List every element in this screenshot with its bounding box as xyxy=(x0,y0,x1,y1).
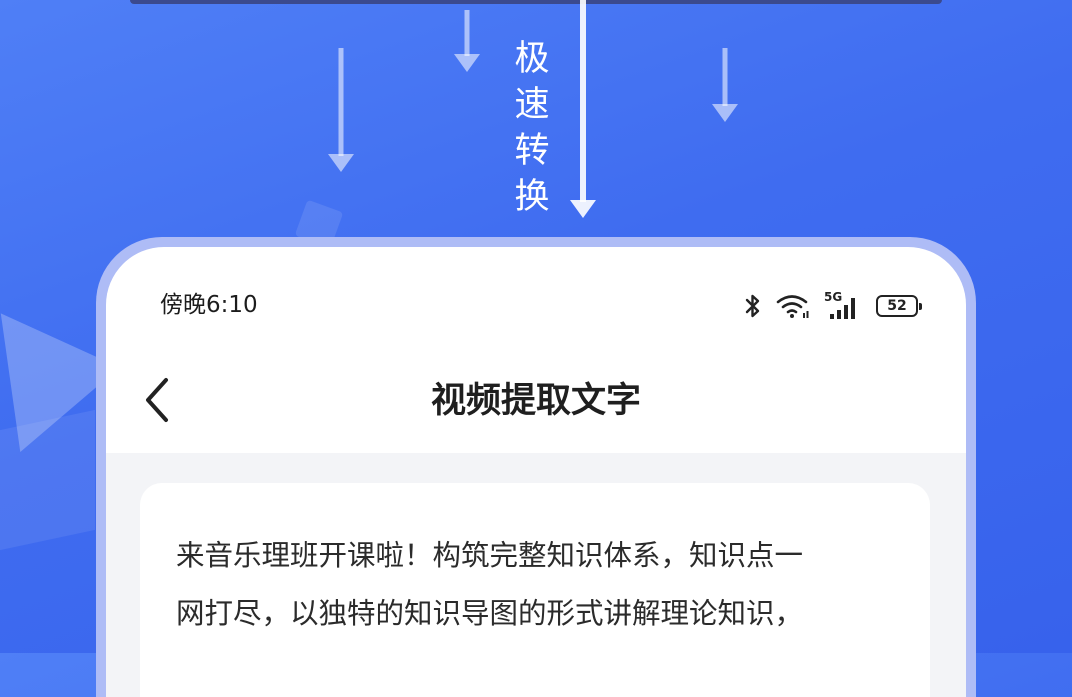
extracted-text-card: 来音乐理班开课啦！构筑完整知识体系，知识点一 网打尽，以独特的知识导图的形式讲解… xyxy=(140,483,930,697)
bluetooth-icon xyxy=(745,294,760,318)
tagline-char: 转 xyxy=(514,131,550,171)
status-time: 傍晚6:10 xyxy=(160,292,258,318)
signal-icon: 5G xyxy=(824,290,862,320)
text-line: 网打尽，以独特的知识导图的形式讲解理论知识， xyxy=(176,597,804,630)
battery-level: 52 xyxy=(887,298,907,314)
status-icons: 5G 52 xyxy=(744,290,922,321)
nav-bar: 视频提取文字 xyxy=(106,359,966,443)
text-line: 来音乐理班开课啦！构筑完整知识体系，知识点一 xyxy=(176,539,804,572)
extracted-text: 来音乐理班开课啦！构筑完整知识体系，知识点一 网打尽，以独特的知识导图的形式讲解… xyxy=(176,527,906,643)
tagline-char: 极 xyxy=(514,39,550,79)
wifi-icon xyxy=(776,295,809,318)
tagline-vertical: 极 速 转 换 xyxy=(510,36,554,220)
arrow-down-icon xyxy=(710,48,740,126)
arrow-down-icon xyxy=(326,48,356,174)
battery-icon: 52 xyxy=(876,295,922,317)
tagline-char: 速 xyxy=(514,85,550,125)
arrow-down-icon xyxy=(452,10,482,72)
arrow-down-icon xyxy=(568,0,598,222)
phone-screen: 傍晚6:10 5G 52 视频提取文字 来音乐理班开课啦！构筑完整知识体系，知识… xyxy=(106,247,966,697)
tagline-char: 换 xyxy=(514,177,550,217)
page-title: 视频提取文字 xyxy=(430,381,641,421)
top-edge-bar xyxy=(130,0,942,4)
status-bar: 傍晚6:10 5G 52 xyxy=(106,285,966,325)
